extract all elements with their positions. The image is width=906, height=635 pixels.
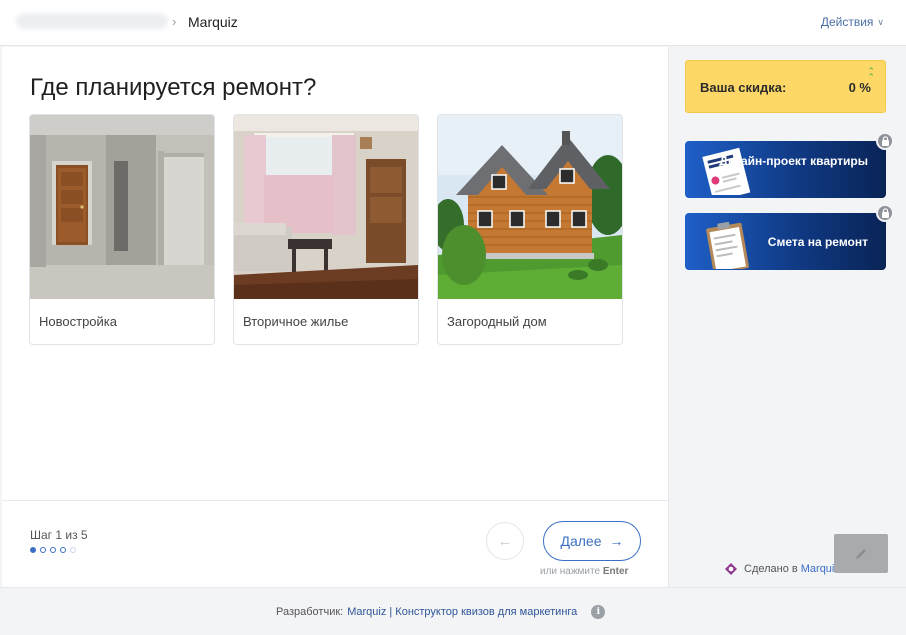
footer-prefix: Разработчик: [276, 606, 344, 618]
option-card-secondary-housing[interactable]: Вторичное жилье [233, 114, 419, 345]
actions-label: Действия [820, 15, 874, 29]
next-button[interactable]: Далее → [543, 521, 641, 561]
step-dot [70, 547, 76, 553]
quiz-panel: Где планируется ремонт? Новостройка Втор… [2, 47, 668, 587]
option-label: Загородный дом [447, 314, 547, 329]
option-label: Новостройка [39, 314, 117, 329]
next-button-label: Далее [560, 533, 602, 549]
discount-value: 0 % [848, 80, 871, 95]
step-dot [50, 547, 56, 553]
option-card-country-house[interactable]: Загородный дом [437, 114, 623, 345]
option-image-country-house [438, 115, 622, 299]
step-dot [40, 547, 46, 553]
option-image-secondary-housing [234, 115, 418, 299]
chevron-down-icon: ∨ [877, 16, 884, 27]
pencil-icon [856, 548, 866, 559]
question-title: Где планируется ремонт? [30, 74, 317, 101]
enter-hint: или нажмите Enter [540, 566, 628, 577]
top-bar: › Marquiz Действия ∨ [0, 0, 906, 46]
bonus-repair-estimate[interactable]: Смета на ремонт [685, 204, 894, 270]
discount-label: Ваша скидка: [700, 80, 787, 95]
breadcrumb-title: Marquiz [188, 14, 238, 30]
step-indicator: Шаг 1 из 5 [30, 528, 88, 542]
info-icon[interactable]: i [591, 605, 606, 619]
actions-dropdown[interactable]: Действия ∨ [821, 15, 884, 29]
breadcrumb-blurred [16, 13, 168, 29]
step-progress-dots [30, 547, 76, 553]
sidebar: Ваша скидка: 0 % ⌃ ⌃ Дизайн-проект кварти… [668, 47, 904, 587]
bonus-title: Дизайн-проект квартиры [719, 154, 868, 168]
step-dot [60, 547, 66, 553]
made-by: Сделано в Marquiz [724, 562, 840, 576]
footer-text: Разработчик: Marquiz | Конструктор квизо… [276, 605, 606, 619]
step-dot [30, 547, 36, 553]
enter-hint-prefix: или нажмите [540, 566, 601, 577]
discount-box: Ваша скидка: 0 % ⌃ ⌃ [685, 60, 886, 113]
lock-icon [876, 204, 894, 222]
breadcrumb-separator-icon: › [172, 14, 177, 29]
back-button[interactable]: ← [486, 522, 524, 560]
lock-icon [876, 132, 894, 150]
footer-developer-link[interactable]: Marquiz | Конструктор квизов для маркети… [347, 606, 577, 618]
marquiz-logo-icon [725, 563, 737, 575]
clipboard-image [706, 221, 749, 269]
made-by-prefix: Сделано в [744, 563, 798, 575]
arrow-left-icon: ← [497, 532, 513, 550]
bonus-design-project[interactable]: Дизайн-проект квартиры [685, 132, 894, 198]
page-footer: Разработчик: Marquiz | Конструктор квизо… [0, 587, 906, 635]
option-label: Вторичное жилье [243, 314, 349, 329]
bonus-title: Смета на ремонт [767, 235, 868, 249]
edit-button[interactable] [834, 534, 888, 573]
option-card-new-building[interactable]: Новостройка [29, 114, 215, 345]
double-chevron-up-icon: ⌃ ⌃ [867, 66, 875, 82]
enter-hint-key: Enter [602, 566, 629, 577]
option-image-new-building [30, 115, 214, 299]
arrow-right-icon: → [609, 533, 624, 549]
footer-divider [2, 500, 668, 501]
